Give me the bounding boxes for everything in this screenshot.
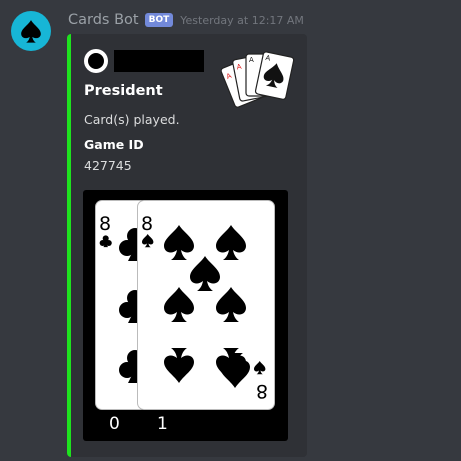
bot-tag: BOT — [144, 13, 174, 27]
field-value-game-id: 427745 — [84, 158, 132, 173]
card-8-spades: 8 8 — [137, 200, 275, 410]
embed-author — [84, 49, 204, 73]
embed: A A A A President Card(s) played. Game I… — [67, 34, 307, 457]
field-name-game-id: Game ID — [84, 137, 144, 152]
circle-avatar-icon — [84, 49, 108, 73]
embed-title: President — [84, 83, 163, 99]
playing-cards-fan-icon[interactable]: A A A A — [221, 48, 297, 116]
svg-text:A: A — [249, 56, 254, 64]
embed-description: Card(s) played. — [84, 112, 180, 127]
card-index-label: 1 — [157, 414, 168, 434]
card-rank-label: 8 — [99, 213, 111, 235]
played-cards-image[interactable]: 8 8 8 0 1 — [83, 190, 288, 441]
card-rank-label-bottom: 8 — [256, 380, 268, 402]
message-header: Cards Bot BOT Yesterday at 12:17 AM — [68, 10, 304, 30]
spade-icon — [21, 20, 41, 43]
timestamp[interactable]: Yesterday at 12:17 AM — [180, 14, 304, 27]
author-name[interactable]: Cards Bot — [68, 12, 139, 28]
card-index-label: 0 — [109, 414, 120, 434]
card-rank-label: 8 — [141, 213, 153, 235]
redacted-author-name — [114, 50, 204, 72]
bot-avatar[interactable] — [11, 11, 51, 51]
